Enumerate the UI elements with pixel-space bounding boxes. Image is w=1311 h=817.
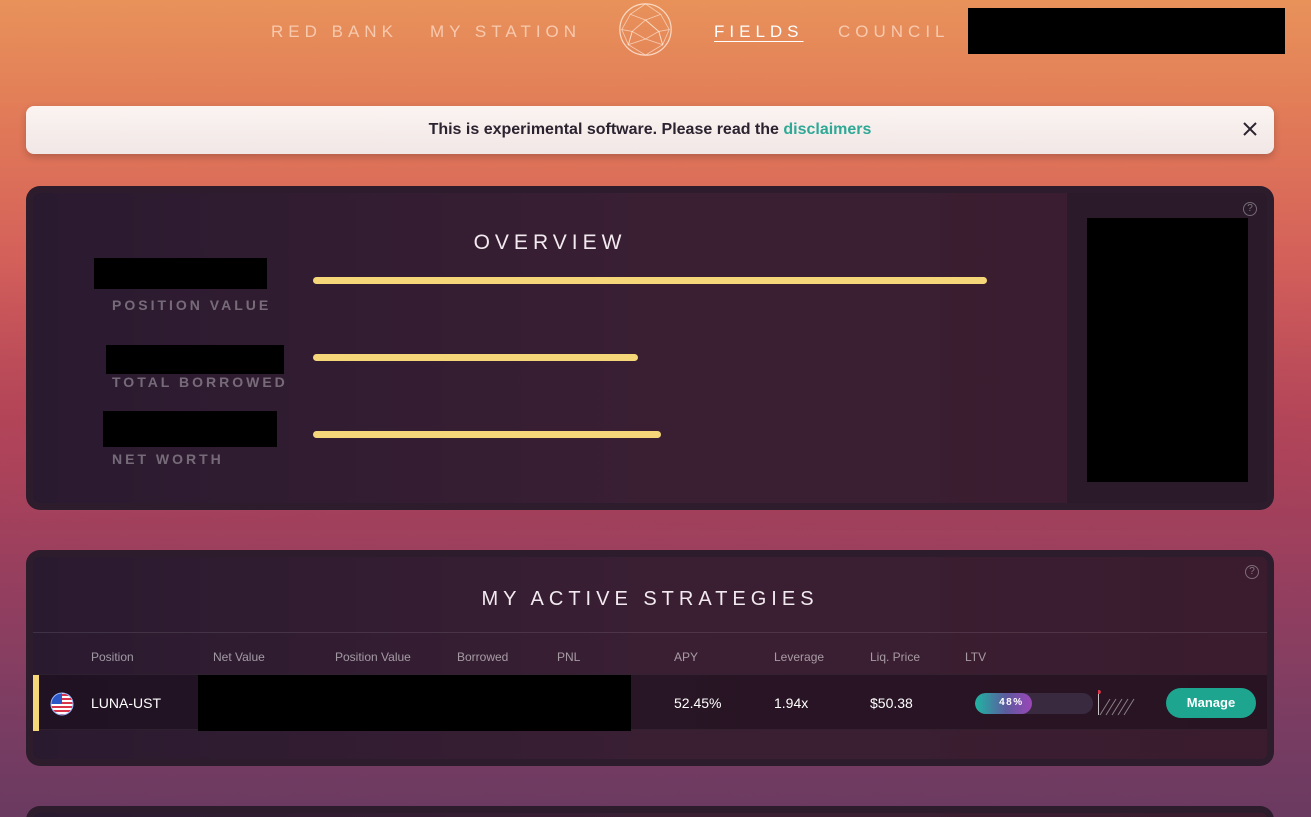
column-header-liq-price: Liq. Price bbox=[870, 650, 921, 664]
column-header-leverage: Leverage bbox=[774, 650, 825, 664]
manage-button[interactable]: Manage bbox=[1166, 688, 1256, 718]
nav-fields[interactable]: FIELDS bbox=[714, 22, 804, 42]
column-header-position-value: Position Value bbox=[335, 650, 411, 664]
overview-panel: OVERVIEW POSITION VALUE TOTAL BORROWED N… bbox=[26, 186, 1274, 510]
net-worth-bar-fill bbox=[313, 431, 661, 438]
disclaimers-link[interactable]: disclaimers bbox=[783, 121, 871, 138]
close-icon[interactable] bbox=[1240, 119, 1260, 139]
nav-my-station[interactable]: MY STATION bbox=[430, 22, 581, 42]
column-header-pnl: PNL bbox=[557, 650, 581, 664]
liquidation-threshold-icon bbox=[1098, 690, 1135, 716]
ltv-percent: 48% bbox=[999, 697, 1024, 708]
position-value-bar-fill bbox=[313, 277, 987, 284]
help-icon[interactable]: ? bbox=[1245, 565, 1259, 579]
overview-side-panel: ? bbox=[1067, 193, 1267, 503]
banner-text: This is experimental software. Please re… bbox=[428, 121, 784, 138]
row-accent-bar bbox=[33, 675, 39, 731]
nav-red-bank[interactable]: RED BANK bbox=[271, 22, 398, 42]
strategies-title: MY ACTIVE STRATEGIES bbox=[481, 588, 819, 610]
total-borrowed-label: TOTAL BORROWED bbox=[112, 374, 288, 390]
planet-logo-icon[interactable] bbox=[617, 1, 674, 58]
net-worth-redacted bbox=[103, 411, 277, 447]
row-values-redacted bbox=[198, 675, 631, 731]
disclaimer-banner: This is experimental software. Please re… bbox=[26, 106, 1274, 154]
leverage-value: 1.94x bbox=[774, 695, 809, 711]
position-value-bar bbox=[313, 277, 987, 284]
position-name: LUNA-UST bbox=[91, 695, 162, 711]
column-header-position: Position bbox=[91, 650, 134, 664]
table-row[interactable]: LUNA-UST 52.45% 1.94x $50.38 48% Manage bbox=[33, 674, 1267, 731]
column-header-net-value: Net Value bbox=[213, 650, 265, 664]
wallet-connect-redacted[interactable] bbox=[968, 8, 1285, 54]
nav-council[interactable]: COUNCIL bbox=[838, 22, 950, 42]
active-strategies-panel: ? MY ACTIVE STRATEGIES Position Net Valu… bbox=[26, 550, 1274, 766]
ltv-bar: 48% bbox=[975, 693, 1093, 714]
net-worth-label: NET WORTH bbox=[112, 451, 224, 467]
net-worth-bar bbox=[313, 431, 987, 438]
us-flag-icon bbox=[50, 692, 74, 716]
position-value-redacted bbox=[94, 258, 267, 289]
total-borrowed-bar bbox=[313, 354, 987, 361]
lower-panel bbox=[26, 806, 1274, 817]
divider bbox=[33, 632, 1267, 633]
total-borrowed-bar-fill bbox=[313, 354, 638, 361]
position-value-label: POSITION VALUE bbox=[112, 297, 272, 313]
total-borrowed-redacted bbox=[106, 345, 284, 374]
overview-chart-redacted bbox=[1087, 218, 1248, 482]
ltv-bar-fill: 48% bbox=[975, 693, 1032, 714]
help-icon[interactable]: ? bbox=[1243, 202, 1257, 216]
column-header-ltv: LTV bbox=[965, 650, 987, 664]
column-header-apy: APY bbox=[674, 650, 699, 664]
top-navigation: RED BANK MY STATION FIELDS COUNCIL bbox=[0, 0, 1311, 62]
apy-value: 52.45% bbox=[674, 695, 722, 711]
column-header-borrowed: Borrowed bbox=[457, 650, 509, 664]
liq-price-value: $50.38 bbox=[870, 695, 913, 711]
overview-title: OVERVIEW bbox=[473, 231, 627, 254]
